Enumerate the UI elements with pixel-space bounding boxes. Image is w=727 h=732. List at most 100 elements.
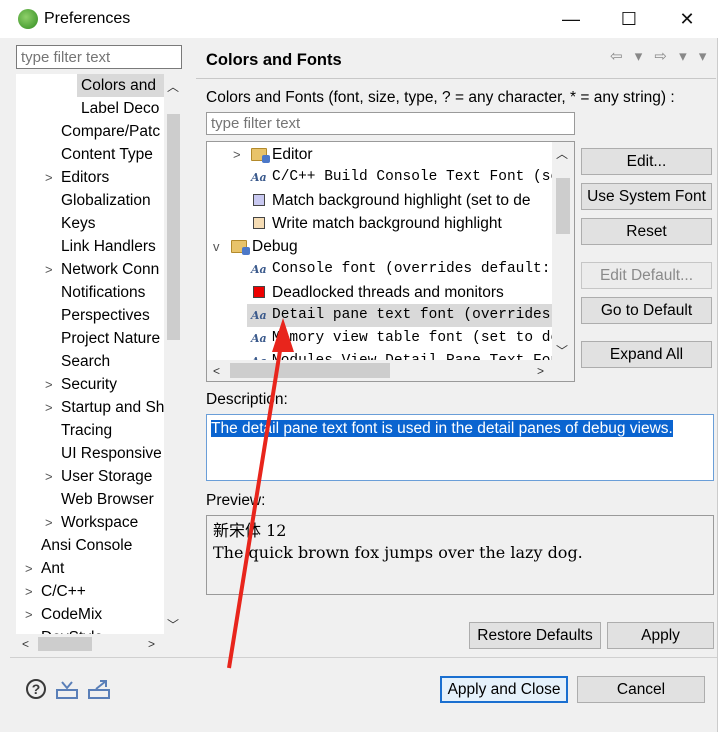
colors-fonts-label: Colors and Fonts (font, size, type, ? = …	[206, 89, 675, 106]
folder-icon	[231, 240, 250, 255]
description-box[interactable]: The detail pane text font is used in the…	[206, 414, 714, 481]
tree-item-label: Perspectives	[61, 307, 150, 324]
scroll-right-icon[interactable]: >	[148, 637, 155, 651]
font-item[interactable]: Aa Detail pane text font (overrides de	[247, 304, 554, 327]
font-item[interactable]: Aa C/C++ Build Console Text Font (set	[207, 166, 554, 189]
cancel-button[interactable]: Cancel	[577, 676, 705, 703]
expand-chevron-icon[interactable]: >	[45, 396, 55, 419]
tree-item-label: Colors and	[81, 77, 156, 94]
go-to-default-button[interactable]: Go to Default	[581, 297, 712, 324]
edit-button[interactable]: Edit...	[581, 148, 712, 175]
apply-button[interactable]: Apply	[607, 622, 714, 649]
reset-button[interactable]: Reset	[581, 218, 712, 245]
color-item[interactable]: Write match background highlight	[207, 212, 554, 235]
scroll-up-icon[interactable]: ︿	[167, 78, 179, 95]
expand-chevron-icon[interactable]: >	[233, 143, 243, 166]
font-icon: Aa	[251, 171, 267, 184]
tree-item-label: Ansi Console	[41, 537, 133, 554]
scroll-right-icon[interactable]: >	[537, 364, 544, 378]
tree-hscroll-thumb[interactable]	[38, 637, 92, 651]
tree-item-label: Console font (overrides default: Te	[272, 261, 554, 277]
scroll-left-icon[interactable]: <	[22, 637, 29, 651]
history-nav-icons[interactable]: ⇦ ▾ ⇨ ▾ ▾	[610, 47, 710, 65]
import-icon[interactable]	[56, 680, 78, 704]
tree-item-label: Workspace	[61, 514, 139, 531]
tree-item-label: C/C++	[41, 583, 86, 600]
tree-item-label: Startup and Sh	[61, 399, 165, 416]
tree-item-label: Search	[61, 353, 111, 370]
minimize-button[interactable]: —	[542, 0, 600, 38]
scroll-down-icon[interactable]: ﹀	[167, 616, 179, 633]
window-edge	[717, 38, 727, 732]
expand-chevron-icon[interactable]: >	[45, 511, 55, 534]
tree-item-label: Web Browser	[61, 491, 154, 508]
font-item[interactable]: Aa Console font (overrides default: Te	[207, 258, 554, 281]
tree-item-label: User Storage	[61, 468, 153, 485]
page-title: Colors and Fonts	[206, 51, 342, 69]
colors-tree-hscroll-thumb[interactable]	[230, 363, 390, 378]
color-item[interactable]: Deadlocked threads and monitors	[207, 281, 554, 304]
tree-item-label: Link Handlers	[61, 238, 156, 255]
scroll-left-icon[interactable]: <	[213, 364, 220, 378]
expand-chevron-icon[interactable]: >	[45, 373, 55, 396]
font-item[interactable]: Aa Memory view table font (set to defa	[207, 327, 554, 350]
category-item[interactable]: v Debug	[207, 235, 554, 258]
expand-chevron-icon[interactable]: >	[45, 258, 55, 281]
tree-item-label: Ant	[41, 560, 65, 577]
tree-item-label: Editor	[272, 146, 313, 163]
description-label: Description:	[206, 391, 288, 408]
colors-tree-vscrollbar[interactable]	[552, 142, 574, 360]
color-item[interactable]: Match background highlight (set to de	[207, 189, 554, 212]
expand-all-button[interactable]: Expand All	[581, 341, 712, 368]
tree-item-label: Write match background highlight	[272, 215, 502, 232]
tree-item-label: Editors	[61, 169, 110, 186]
font-icon: Aa	[251, 309, 267, 322]
colors-filter-input[interactable]	[206, 112, 575, 135]
expand-chevron-icon[interactable]: >	[25, 580, 35, 603]
preference-tree[interactable]: Colors and Label Deco Compare/Patc Content …	[16, 74, 182, 654]
eclipse-app-icon	[18, 9, 38, 29]
tree-item-label: Network Conn	[61, 261, 160, 278]
tree-scroll-thumb[interactable]	[167, 114, 180, 340]
tree-item-label: Project Nature	[61, 330, 161, 347]
window-title: Preferences	[44, 10, 131, 27]
scroll-up-icon[interactable]: ︿	[556, 145, 568, 162]
header-divider	[196, 78, 716, 79]
color-swatch-icon	[253, 217, 265, 229]
color-swatch-icon	[253, 286, 265, 298]
category-item[interactable]: > Editor	[207, 143, 554, 166]
expand-chevron-icon[interactable]: >	[25, 557, 35, 580]
font-icon: Aa	[251, 263, 267, 276]
colors-tree-vscroll-thumb[interactable]	[556, 178, 570, 234]
color-swatch-icon	[253, 194, 265, 206]
expand-chevron-icon[interactable]: >	[45, 465, 55, 488]
tree-item-label: Deadlocked threads and monitors	[272, 284, 504, 301]
apply-and-close-button[interactable]: Apply and Close	[440, 676, 568, 703]
preview-box: 新宋体 12 The quick brown fox jumps over th…	[206, 515, 714, 595]
restore-defaults-button[interactable]: Restore Defaults	[469, 622, 601, 649]
use-system-font-button[interactable]: Use System Font	[581, 183, 712, 210]
scroll-down-icon[interactable]: ﹀	[556, 342, 568, 359]
preview-sample-text: The quick brown fox jumps over the lazy …	[213, 543, 583, 562]
maximize-button[interactable]: ☐	[600, 0, 658, 38]
expand-chevron-icon[interactable]: >	[45, 166, 55, 189]
edit-default-button[interactable]: Edit Default...	[581, 262, 712, 289]
tree-item-label: Memory view table font (set to defa	[272, 330, 554, 346]
tree-item-label: Debug	[252, 238, 298, 255]
expand-chevron-icon[interactable]: >	[25, 603, 35, 626]
tree-item-label: Compare/Patc	[61, 123, 161, 140]
tree-item-label: Label Deco	[81, 100, 160, 117]
colors-fonts-tree[interactable]: > Editor Aa C/C++ Build Console Text Font (…	[206, 141, 575, 382]
left-filter-input[interactable]	[16, 45, 182, 69]
help-icon[interactable]: ?	[26, 679, 46, 699]
description-text: The detail pane text font is used in the…	[211, 420, 673, 437]
tree-item-label: Detail pane text font (overrides de	[272, 307, 554, 323]
footer-divider	[10, 657, 717, 658]
preview-label: Preview:	[206, 492, 266, 509]
export-icon[interactable]	[88, 680, 110, 704]
tree-item-label: Match background highlight (set to de	[272, 192, 531, 209]
tree-item-label: UI Responsive	[61, 445, 162, 462]
expand-chevron-icon[interactable]: v	[213, 235, 223, 258]
close-button[interactable]: ✕	[658, 0, 716, 38]
tree-item-label: Globalization	[61, 192, 151, 209]
